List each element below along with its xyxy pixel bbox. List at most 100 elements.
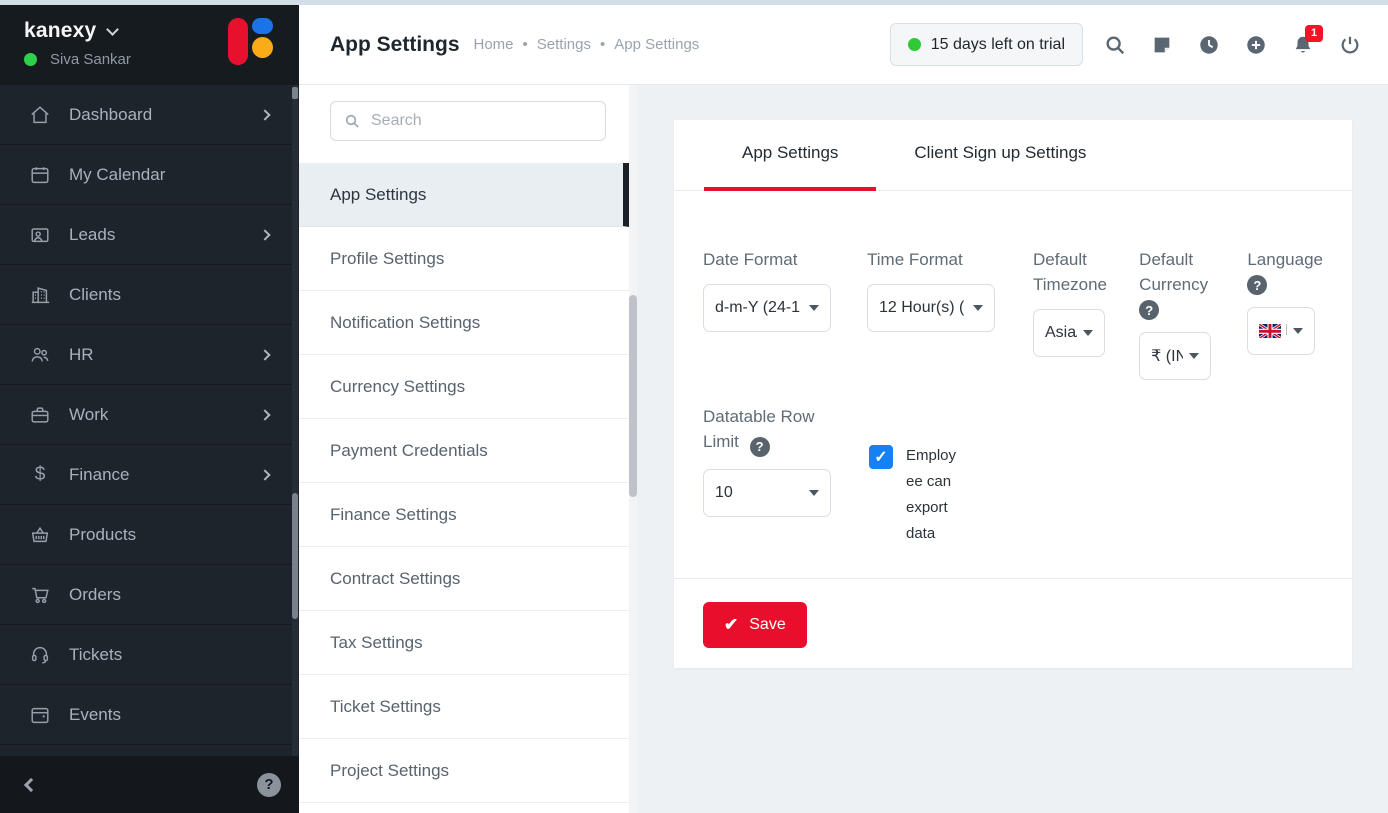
briefcase-icon (28, 403, 52, 427)
sidebar-scroll-up[interactable] (292, 87, 298, 99)
sidebar-item-finance[interactable]: $ Finance (0, 445, 299, 505)
breadcrumb-home[interactable]: Home (474, 36, 514, 53)
date-format-select[interactable]: d-m-Y (24-1 (703, 284, 831, 332)
sidebar-item-dashboard[interactable]: Dashboard (0, 85, 299, 145)
sidebar-item-tickets[interactable]: Tickets (0, 625, 299, 685)
default-timezone-label: Default Timezone (1033, 247, 1115, 297)
trial-status-badge[interactable]: 15 days left on trial (890, 23, 1083, 66)
settings-search (330, 101, 606, 141)
uk-flag-icon (1259, 324, 1281, 339)
employee-export-field: ✓ Employee can export data (869, 445, 958, 547)
clock-icon[interactable] (1198, 34, 1220, 56)
caret-down-icon (809, 490, 819, 496)
main-sidebar: kanexy Siva Sankar Dashboard (0, 5, 299, 813)
event-icon (28, 703, 52, 727)
caret-down-icon (809, 305, 819, 311)
sidebar-scrollbar-thumb[interactable] (292, 493, 298, 619)
settings-item-payment-credentials[interactable]: Payment Credentials (299, 419, 629, 483)
help-icon[interactable]: ? (257, 773, 281, 797)
sidebar-scrollbar[interactable] (292, 85, 298, 756)
add-icon[interactable] (1245, 34, 1267, 56)
check-icon: ✓ (874, 447, 887, 467)
tab-client-signup-settings[interactable]: Client Sign up Settings (876, 120, 1124, 190)
settings-item-contract-settings[interactable]: Contract Settings (299, 547, 629, 611)
cart-icon (28, 583, 52, 607)
bell-icon[interactable]: 1 (1292, 34, 1314, 56)
settings-menu-panel: App Settings Profile Settings Notificati… (299, 85, 637, 813)
default-currency-label: Default Currency (1139, 247, 1221, 297)
form-actions: ✔ Save (674, 578, 1352, 668)
collapse-sidebar-button[interactable] (18, 772, 44, 798)
row-limit-select[interactable]: 10 (703, 469, 831, 517)
chevron-right-icon (259, 469, 270, 480)
caret-down-icon (1083, 330, 1093, 336)
power-icon[interactable] (1339, 34, 1361, 56)
sidebar-item-events[interactable]: Events (0, 685, 299, 745)
date-format-label: Date Format (703, 247, 831, 272)
logo-blue-shape (252, 18, 273, 34)
home-icon (28, 103, 52, 127)
default-timezone-select[interactable]: Asia/ (1033, 309, 1105, 357)
settings-item-ticket-settings[interactable]: Ticket Settings (299, 675, 629, 739)
settings-item-project-settings[interactable]: Project Settings (299, 739, 629, 803)
check-icon: ✔ (724, 615, 738, 635)
settings-item-finance-settings[interactable]: Finance Settings (299, 483, 629, 547)
calendar-icon (28, 163, 52, 187)
settings-panel-scrollbar-thumb[interactable] (629, 295, 637, 497)
employee-export-label[interactable]: Employee can export data (906, 443, 958, 547)
language-select[interactable]: En (1247, 307, 1315, 355)
app-settings-form: Date Format d-m-Y (24-1 Time Format 12 H… (674, 191, 1352, 578)
building-icon (28, 283, 52, 307)
app-settings-card: App Settings Client Sign up Settings Dat… (674, 120, 1352, 668)
row-limit-label: Datatable Row Limit ? (703, 404, 827, 457)
settings-menu: App Settings Profile Settings Notificati… (299, 163, 629, 803)
sidebar-item-leads[interactable]: Leads (0, 205, 299, 265)
sidebar-item-work[interactable]: Work (0, 385, 299, 445)
default-currency-select[interactable]: ₹ (IN (1139, 332, 1211, 380)
logo-red-shape (228, 18, 248, 65)
main-content: App Settings Client Sign up Settings Dat… (637, 85, 1388, 813)
language-label: Language (1247, 247, 1323, 272)
settings-item-notification-settings[interactable]: Notification Settings (299, 291, 629, 355)
tab-app-settings[interactable]: App Settings (704, 120, 876, 190)
chevron-right-icon (259, 109, 270, 120)
employee-export-checkbox[interactable]: ✓ (869, 445, 893, 469)
dollar-icon: $ (28, 463, 52, 487)
sidebar-item-products[interactable]: Products (0, 505, 299, 565)
sidebar-item-hr[interactable]: HR (0, 325, 299, 385)
people-icon (28, 343, 52, 367)
trial-text: 15 days left on trial (931, 36, 1065, 54)
settings-item-currency-settings[interactable]: Currency Settings (299, 355, 629, 419)
chevron-right-icon (259, 349, 270, 360)
help-icon[interactable]: ? (1139, 300, 1159, 320)
time-format-select[interactable]: 12 Hour(s) ( (867, 284, 995, 332)
brand-name: kanexy (24, 19, 96, 43)
basket-icon (28, 523, 52, 547)
chevron-right-icon (259, 409, 270, 420)
sidebar-item-clients[interactable]: Clients (0, 265, 299, 325)
help-icon[interactable]: ? (750, 437, 770, 457)
help-icon[interactable]: ? (1247, 275, 1267, 295)
chevron-down-icon (107, 23, 120, 36)
breadcrumb-settings[interactable]: Settings (514, 36, 591, 53)
top-header: App Settings Home Settings App Settings … (299, 5, 1388, 85)
settings-item-profile-settings[interactable]: Profile Settings (299, 227, 629, 291)
workspace-header: kanexy Siva Sankar (0, 5, 299, 85)
save-button[interactable]: ✔ Save (703, 602, 807, 648)
chevron-left-icon (24, 777, 38, 791)
search-icon[interactable] (1104, 34, 1126, 56)
sidebar-item-my-calendar[interactable]: My Calendar (0, 145, 299, 205)
sidebar-nav: Dashboard My Calendar Leads Clients HR (0, 85, 299, 756)
settings-item-tax-settings[interactable]: Tax Settings (299, 611, 629, 675)
note-icon[interactable] (1151, 34, 1173, 56)
settings-search-input[interactable] (371, 112, 592, 130)
page-title: App Settings (330, 33, 460, 57)
logo-orange-shape (252, 37, 273, 58)
search-icon (344, 113, 360, 129)
settings-item-app-settings[interactable]: App Settings (299, 163, 629, 227)
settings-tabs: App Settings Client Sign up Settings (674, 120, 1352, 191)
trial-green-dot (908, 38, 921, 51)
sidebar-footer: ? (0, 756, 299, 813)
sidebar-item-orders[interactable]: Orders (0, 565, 299, 625)
notification-count-badge: 1 (1305, 25, 1323, 42)
